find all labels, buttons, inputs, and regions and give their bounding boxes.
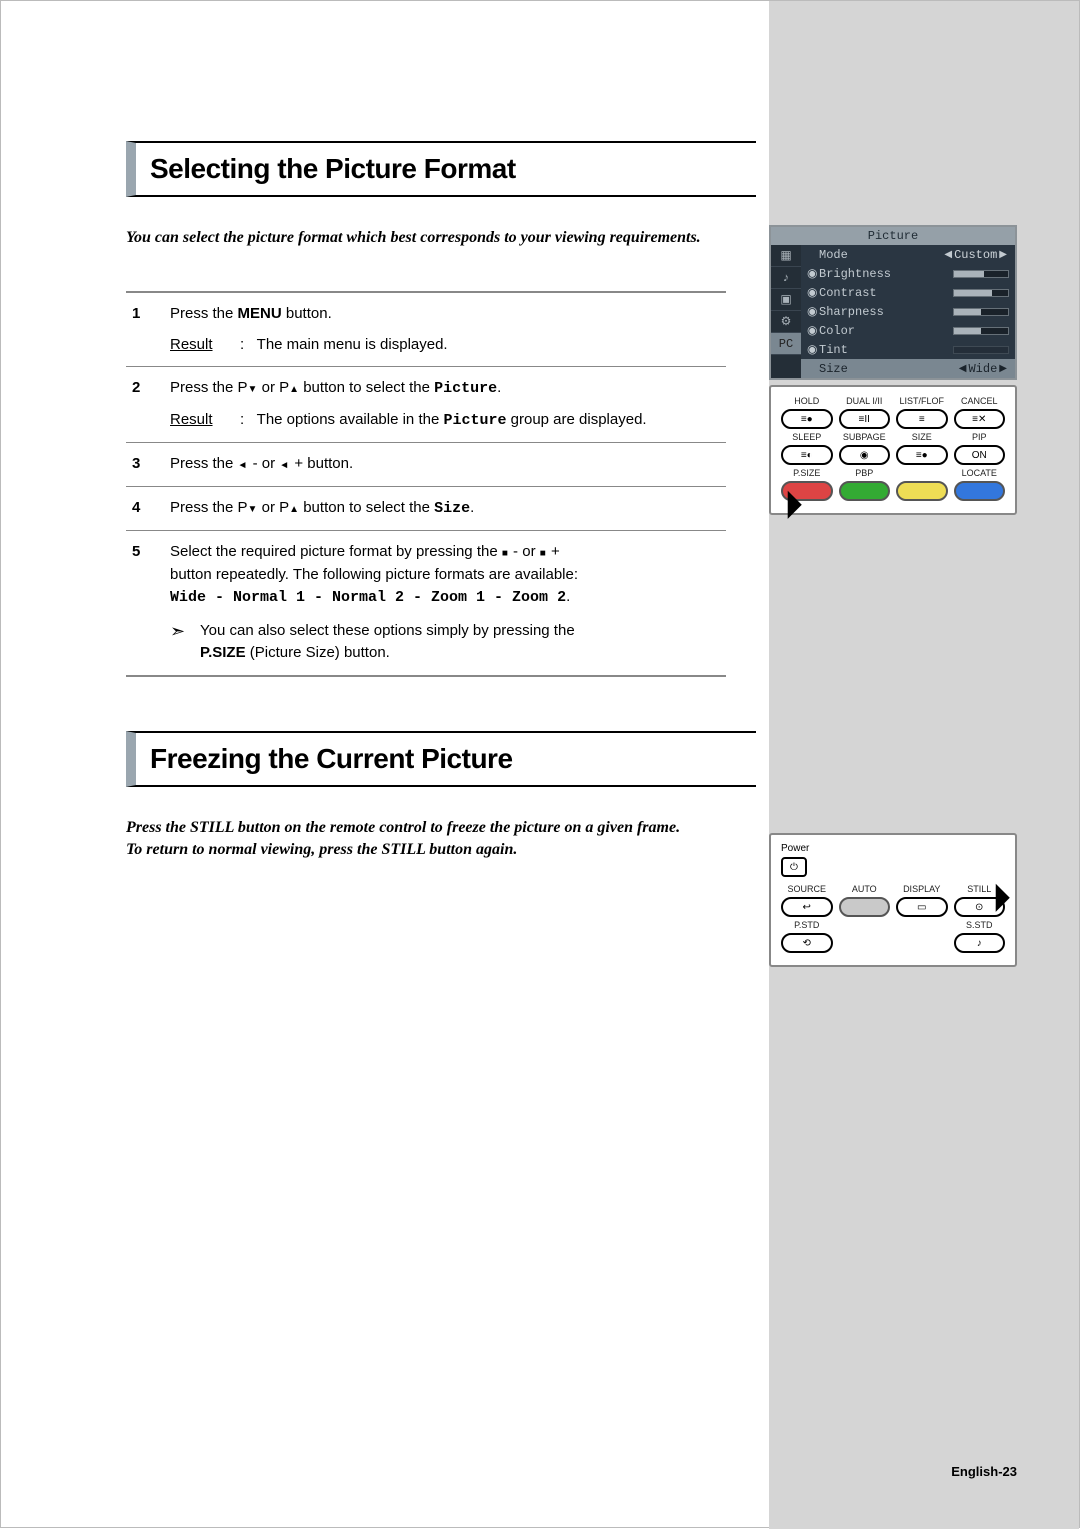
down-icon — [248, 499, 258, 516]
step-body: Press the - or + button. — [170, 453, 726, 476]
step-body: Press the P or P button to select the Si… — [170, 497, 726, 521]
vol-plus-icon — [279, 455, 290, 472]
remote-button: ◉ — [839, 445, 891, 465]
osd-row-color: ◉Color — [801, 321, 1015, 340]
step-body: Select the required picture format by pr… — [170, 541, 726, 665]
pbp-button — [839, 481, 891, 501]
remote-button: ≡● — [896, 445, 948, 465]
up-icon — [289, 379, 299, 396]
osd-row-mode: Mode ◀Custom▶ — [801, 245, 1015, 264]
step-2: 2 Press the P or P button to select the … — [126, 367, 726, 443]
title-text: Selecting the Picture Format — [150, 153, 742, 185]
auto-button — [839, 897, 891, 917]
down-icon — [248, 379, 258, 396]
osd-row-brightness: ◉Brightness — [801, 264, 1015, 283]
step-5: 5 Select the required picture format by … — [126, 531, 726, 677]
step-number: 3 — [126, 453, 170, 476]
step-number: 2 — [126, 377, 170, 432]
osd-row-size: Size ◀Wide▶ — [801, 359, 1015, 378]
remote-button: ≡✕ — [954, 409, 1006, 429]
remote-section-1: HOLD DUAL I/II LIST/FLOF CANCEL ≡● ≡II ≡… — [769, 385, 1017, 515]
step-4: 4 Press the P or P button to select the … — [126, 487, 726, 532]
osd-options: Mode ◀Custom▶ ◉Brightness ◉Contrast ◉Sha… — [801, 245, 1015, 378]
note-icon: ➣ — [170, 620, 200, 640]
display-button: ▭ — [896, 897, 948, 917]
section1-intro: You can select the picture format which … — [126, 227, 706, 249]
remote-button: ≡◐ — [781, 445, 833, 465]
section2-intro: Press the STILL button on the remote con… — [126, 817, 706, 862]
step-body: Press the MENU button. Result: The main … — [170, 303, 726, 356]
note: ➣ You can also select these options simp… — [170, 620, 726, 665]
source-button: ↩ — [781, 897, 833, 917]
up-icon — [289, 499, 299, 516]
osd-tab-icon: ⚙ — [771, 311, 801, 333]
osd-title: Picture — [771, 227, 1015, 245]
section1-steps: 1 Press the MENU button. Result: The mai… — [126, 291, 726, 677]
result-label: Result — [170, 334, 240, 357]
osd-tab-icon: ♪ — [771, 267, 801, 289]
osd-tabs: ▦ ♪ ▣ ⚙ PC — [771, 245, 801, 378]
result-label: Result — [170, 409, 240, 432]
step-3: 3 Press the - or + button. — [126, 443, 726, 487]
locate-button — [954, 481, 1006, 501]
section-title-1: Selecting the Picture Format — [126, 141, 756, 197]
plus-icon — [540, 543, 547, 560]
minus-icon — [502, 543, 509, 560]
section-title-2: Freezing the Current Picture — [126, 731, 756, 787]
power-label: Power — [781, 843, 1005, 854]
remote-section-2: Power ⏻ SOURCE AUTO DISPLAY STILL ↩ ▭ ⊙ … — [769, 833, 1017, 967]
step-1: 1 Press the MENU button. Result: The mai… — [126, 293, 726, 367]
title-text: Freezing the Current Picture — [150, 743, 742, 775]
power-button: ⏻ — [781, 857, 807, 877]
osd-tab-icon: ▣ — [771, 289, 801, 311]
sstd-button: ♪ — [954, 933, 1006, 953]
osd-row-contrast: ◉Contrast — [801, 283, 1015, 302]
remote-button: ≡II — [839, 409, 891, 429]
osd-row-sharpness: ◉Sharpness — [801, 302, 1015, 321]
pstd-button: ⟲ — [781, 933, 833, 953]
step-number: 1 — [126, 303, 170, 356]
step-number: 4 — [126, 497, 170, 521]
vol-minus-icon — [238, 455, 249, 472]
osd-tab-icon: ▦ — [771, 245, 801, 267]
remote-button: ≡● — [781, 409, 833, 429]
remote-button: ≡ — [896, 409, 948, 429]
osd-tab-icon: PC — [771, 333, 801, 355]
remote-button: ON — [954, 445, 1006, 465]
step-body: Press the P or P button to select the Pi… — [170, 377, 726, 432]
page-number: English-23 — [951, 1464, 1017, 1479]
osd-menu: Picture ▦ ♪ ▣ ⚙ PC Mode ◀Custom▶ ◉Bright… — [769, 225, 1017, 380]
osd-row-tint: ◉Tint — [801, 340, 1015, 359]
yellow-button — [896, 481, 948, 501]
step-number: 5 — [126, 541, 170, 665]
